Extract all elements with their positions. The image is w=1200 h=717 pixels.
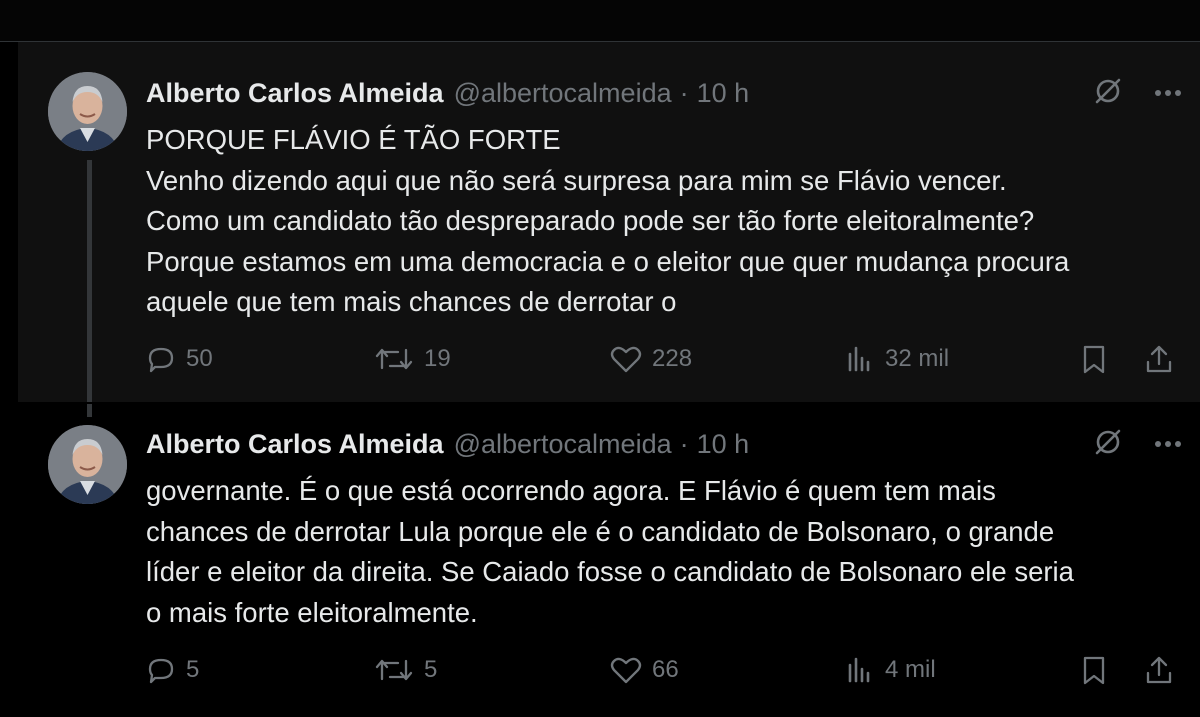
tweet-header-icons [1092, 424, 1182, 464]
tweet-actions: 5 5 66 4 mil [146, 652, 1181, 688]
views-button[interactable]: 4 mil [845, 652, 936, 688]
views-button[interactable]: 32 mil [845, 341, 949, 377]
author-name[interactable]: Alberto Carlos Almeida [146, 429, 444, 460]
timeline-top-divider [0, 0, 1200, 42]
separator-dot: · [679, 428, 689, 459]
share-button[interactable] [1144, 652, 1174, 688]
reply-button[interactable]: 5 [146, 652, 199, 688]
like-icon [610, 655, 642, 685]
like-count: 228 [652, 345, 693, 372]
like-count: 66 [652, 656, 679, 683]
reply-count: 5 [186, 656, 200, 683]
bookmark-button[interactable] [1080, 341, 1108, 377]
more-icon[interactable] [1154, 84, 1182, 102]
repost-count: 5 [424, 656, 438, 683]
view-count: 32 mil [885, 345, 950, 372]
tweet-timestamp[interactable]: 10 h [697, 429, 750, 460]
tweet-header-icons [1092, 73, 1182, 113]
views-icon [845, 344, 875, 374]
author-handle[interactable]: @albertocalmeida [454, 429, 672, 460]
share-icon [1144, 344, 1174, 374]
tweet[interactable]: Alberto Carlos Almeida @albertocalmeida … [18, 42, 1200, 402]
reply-icon [146, 344, 176, 374]
tweet-header: Alberto Carlos Almeida @albertocalmeida … [146, 73, 749, 113]
avatar[interactable] [48, 72, 127, 151]
tweet-timestamp[interactable]: 10 h [697, 78, 750, 109]
reply-button[interactable]: 50 [146, 341, 213, 377]
more-icon[interactable] [1154, 435, 1182, 453]
share-icon [1144, 655, 1174, 685]
avatar[interactable] [48, 425, 127, 504]
thread-connector-line [87, 404, 92, 417]
like-button[interactable]: 228 [610, 341, 692, 377]
tweet[interactable]: Alberto Carlos Almeida @albertocalmeida … [18, 404, 1200, 717]
repost-button[interactable]: 19 [374, 341, 451, 377]
tweet-actions: 50 19 228 32 mil [146, 341, 1181, 377]
views-icon [845, 655, 875, 685]
view-count: 4 mil [885, 656, 936, 683]
like-icon [610, 344, 642, 374]
author-handle[interactable]: @albertocalmeida [454, 78, 672, 109]
repost-icon [374, 344, 414, 374]
repost-icon [374, 655, 414, 685]
tweet-header: Alberto Carlos Almeida @albertocalmeida … [146, 424, 749, 464]
repost-count: 19 [424, 345, 451, 372]
bookmark-icon [1080, 344, 1108, 374]
author-name[interactable]: Alberto Carlos Almeida [146, 78, 444, 109]
like-button[interactable]: 66 [610, 652, 679, 688]
tweet-text: governante. É o que está ocorrendo agora… [146, 475, 1074, 628]
thread-connector-line [87, 160, 92, 402]
reply-count: 50 [186, 345, 213, 372]
share-button[interactable] [1144, 341, 1174, 377]
separator-dot: · [679, 77, 689, 108]
reply-icon [146, 655, 176, 685]
grok-icon[interactable] [1092, 75, 1124, 112]
bookmark-button[interactable] [1080, 652, 1108, 688]
bookmark-icon [1080, 655, 1108, 685]
tweet-text: PORQUE FLÁVIO É TÃO FORTE Venho dizendo … [146, 124, 1070, 317]
grok-icon[interactable] [1092, 426, 1124, 463]
repost-button[interactable]: 5 [374, 652, 437, 688]
